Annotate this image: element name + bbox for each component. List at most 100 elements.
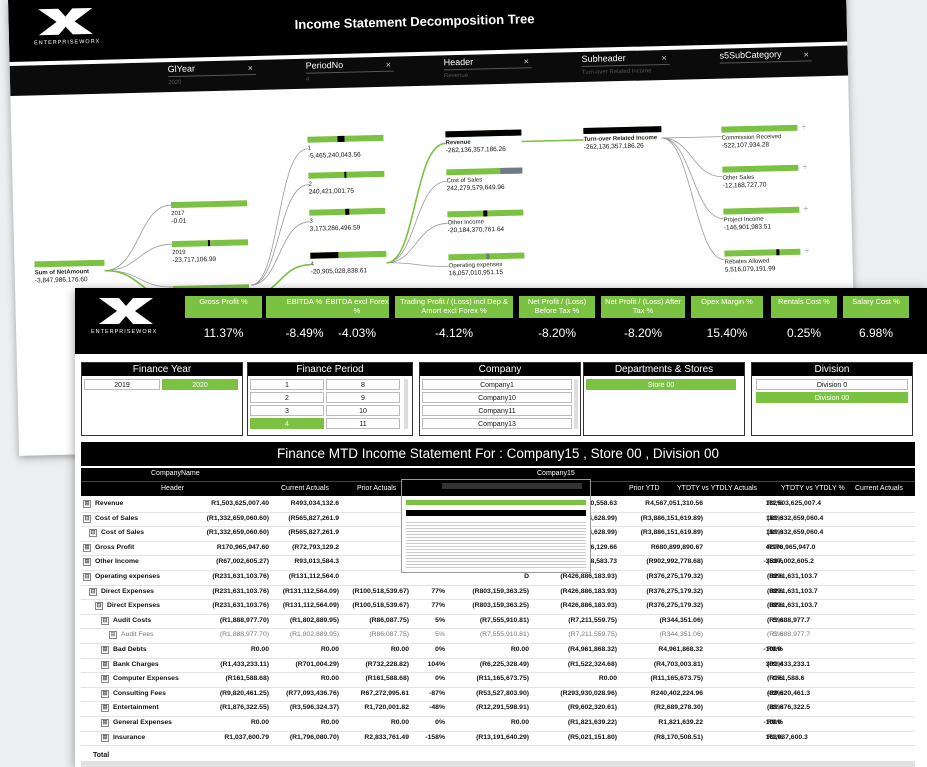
expand-icon[interactable]: ⊞	[109, 631, 117, 640]
collapse-icon[interactable]: ⊟	[89, 529, 97, 538]
column-header[interactable]: Current Actuals	[855, 485, 903, 492]
slicer-option[interactable]: Company11	[422, 405, 572, 416]
table-row[interactable]: ⊟ Audit Costs (R1,888,977.70) (R1,802,889.9…	[81, 614, 915, 630]
expand-icon[interactable]: ⊞	[83, 543, 91, 552]
column-header[interactable]: YTDTY vs YTDLY %	[781, 485, 845, 492]
slicer-option[interactable]: 10	[326, 405, 400, 416]
row-label: Cost of Sales	[95, 514, 139, 522]
expand-icon[interactable]: +	[804, 245, 810, 255]
table-row[interactable]: ⊟ Direct Expenses (R231,631,103.76) (R131,1…	[81, 585, 915, 601]
table-row[interactable]: ⊞ Bank Charges (R1,433,233.11) (R701,004.29…	[81, 658, 915, 674]
node-value: -262,136,357,186.26	[583, 142, 644, 151]
table-row[interactable]: ⊞ Computer Expenses (R161,588.68) R0.00 (R16…	[81, 672, 915, 688]
column-header[interactable]: Prior YTD	[629, 485, 660, 492]
collapse-icon[interactable]: ⊟	[89, 587, 97, 596]
close-icon[interactable]: ×	[803, 49, 809, 59]
expand-icon[interactable]: ⊞	[101, 646, 109, 654]
slicer-option-selected[interactable]: 4	[250, 418, 324, 429]
collapse-icon[interactable]: ⊟	[95, 602, 103, 611]
scrollbar[interactable]	[574, 379, 578, 429]
slicer-option-selected[interactable]: Division 00	[756, 392, 908, 403]
table-cell: (R86,087.75)	[369, 631, 409, 639]
table-cell: (R131,112,564.09)	[282, 587, 339, 595]
column-header-header[interactable]: Header	[161, 485, 184, 492]
table-cell: (R1,888,977.7	[767, 616, 811, 624]
collapse-icon[interactable]: ⊟	[101, 616, 109, 625]
table-row[interactable]: ⊞ Audit Fees (R1,888,977.70) (R1,802,889.95…	[81, 628, 915, 644]
table-row[interactable]: ⊞ Consulting Fees (R9,820,461.25) (R77,093,…	[81, 687, 915, 703]
table-cell: (R344,351.06)	[659, 616, 703, 624]
expand-icon[interactable]: +	[803, 204, 809, 214]
column-header[interactable]: YTDTY vs YTDLY Actuals	[677, 485, 757, 492]
column-header[interactable]: Prior Actuals	[357, 485, 396, 492]
slicer-option[interactable]: Company10	[422, 392, 572, 403]
kpi-title: Trading Profit / (Loss) incl Dep & Amort…	[395, 296, 513, 318]
kpi-value: 11.37%	[203, 326, 244, 340]
table-row[interactable]: ⊞ General Expenses R0.00 R0.00 R0.00 0% R0.00 (…	[81, 716, 915, 732]
scrollbar[interactable]	[404, 379, 408, 429]
enterpriseworx-logo	[99, 298, 153, 324]
expand-icon[interactable]: ⊞	[101, 660, 109, 669]
table-cell: (R1,332,659,060.60)	[206, 529, 269, 537]
close-icon[interactable]: ×	[661, 53, 667, 63]
close-icon[interactable]: ×	[386, 60, 392, 70]
slicer-option[interactable]: Company1	[422, 379, 572, 390]
expand-icon[interactable]: +	[801, 122, 807, 132]
table-row[interactable]: ⊞ Insurance R1,037,600.79 (R1,796,080.70) R2…	[81, 731, 915, 747]
slicer-option[interactable]: 1	[250, 379, 324, 390]
expand-icon[interactable]: ⊞	[83, 500, 91, 508]
divider	[443, 67, 532, 71]
filter-subheader[interactable]: Subheader × Turn-over Related Income	[581, 50, 672, 82]
expand-icon[interactable]: ⊞	[101, 719, 109, 727]
slicer-option-selected[interactable]: 2020	[162, 379, 238, 390]
kpi-title: EBITDA excl Forex %	[325, 296, 389, 318]
table-cell: (R161,588.68)	[225, 675, 269, 683]
table-cell: 77%	[431, 602, 445, 610]
expand-icon[interactable]: ⊞	[101, 704, 109, 713]
table-cell: (R77,093,436.76)	[286, 689, 339, 697]
expand-icon[interactable]: ⊞	[83, 558, 91, 567]
table-cell: R0.00	[320, 719, 339, 726]
expand-icon[interactable]: ⊞	[101, 689, 109, 698]
table-row[interactable]: ⊞ Bad Debts R0.00 R0.00 R0.00 0% R0.00 (R4,961,…	[81, 643, 915, 659]
expand-icon[interactable]: ⊞	[101, 733, 109, 742]
slicer-option[interactable]: Company13	[422, 418, 572, 429]
close-icon[interactable]: ×	[248, 63, 254, 73]
filter-glyear[interactable]: GlYear × 2020	[168, 60, 259, 92]
table-cell: (R3,886,151,619.89)	[640, 529, 703, 537]
slicer-option[interactable]: 2019	[84, 379, 160, 390]
slicer-option[interactable]: 9	[326, 392, 400, 403]
node-value: -12,168,727.70	[722, 181, 767, 190]
node-value: -146,901,983.51	[723, 223, 772, 232]
slicer-title: Finance Year	[82, 363, 242, 376]
filter-header[interactable]: Header × Revenue	[443, 53, 534, 85]
table-cell: (R344,351.06)	[659, 631, 703, 639]
node-value: 5,516,079,191.99	[724, 265, 776, 274]
expand-icon[interactable]: ⊞	[101, 675, 109, 684]
filter-subcategory[interactable]: s5SubCategory ×	[719, 46, 816, 78]
slicer-option[interactable]: Division 0	[756, 379, 908, 390]
slicer-option[interactable]: 3	[250, 405, 324, 416]
close-icon[interactable]: ×	[524, 56, 530, 66]
table-cell: (R231,631,103.7	[767, 587, 818, 595]
slicer-option[interactable]: 2	[250, 392, 324, 403]
table-cell: (R12,291,598.91)	[476, 704, 529, 712]
filter-value: Turn-over Related Income	[581, 68, 652, 76]
collapse-icon[interactable]: ⊟	[83, 514, 91, 523]
filter-periodno[interactable]: PeriodNo × 4	[306, 57, 397, 89]
table-cell: R240,402,224.96	[650, 689, 703, 697]
horizontal-scrollbar[interactable]	[81, 761, 915, 767]
column-header[interactable]: Current Actuals	[281, 485, 329, 492]
row-label: Direct Expenses	[101, 587, 154, 595]
table-row[interactable]: ⊟ Direct Expenses (R231,631,103.76) (R131,1…	[81, 599, 915, 615]
table-cell: (R161,588.68)	[365, 675, 409, 683]
kpi-title: Net Profit / (Loss) Before Tax %	[519, 296, 595, 318]
collapse-icon[interactable]: ⊟	[83, 573, 91, 581]
filter-name: Header	[443, 56, 474, 68]
slicer-option[interactable]: 8	[326, 379, 400, 390]
expand-icon[interactable]: +	[802, 162, 808, 172]
slicer-option[interactable]: 11	[326, 418, 400, 429]
total-row-label: Total	[93, 752, 110, 759]
table-row[interactable]: ⊞ Entertainment (R1,876,322.55) (R3,596,324…	[81, 701, 915, 717]
slicer-option-selected[interactable]: Store 00	[586, 379, 736, 390]
